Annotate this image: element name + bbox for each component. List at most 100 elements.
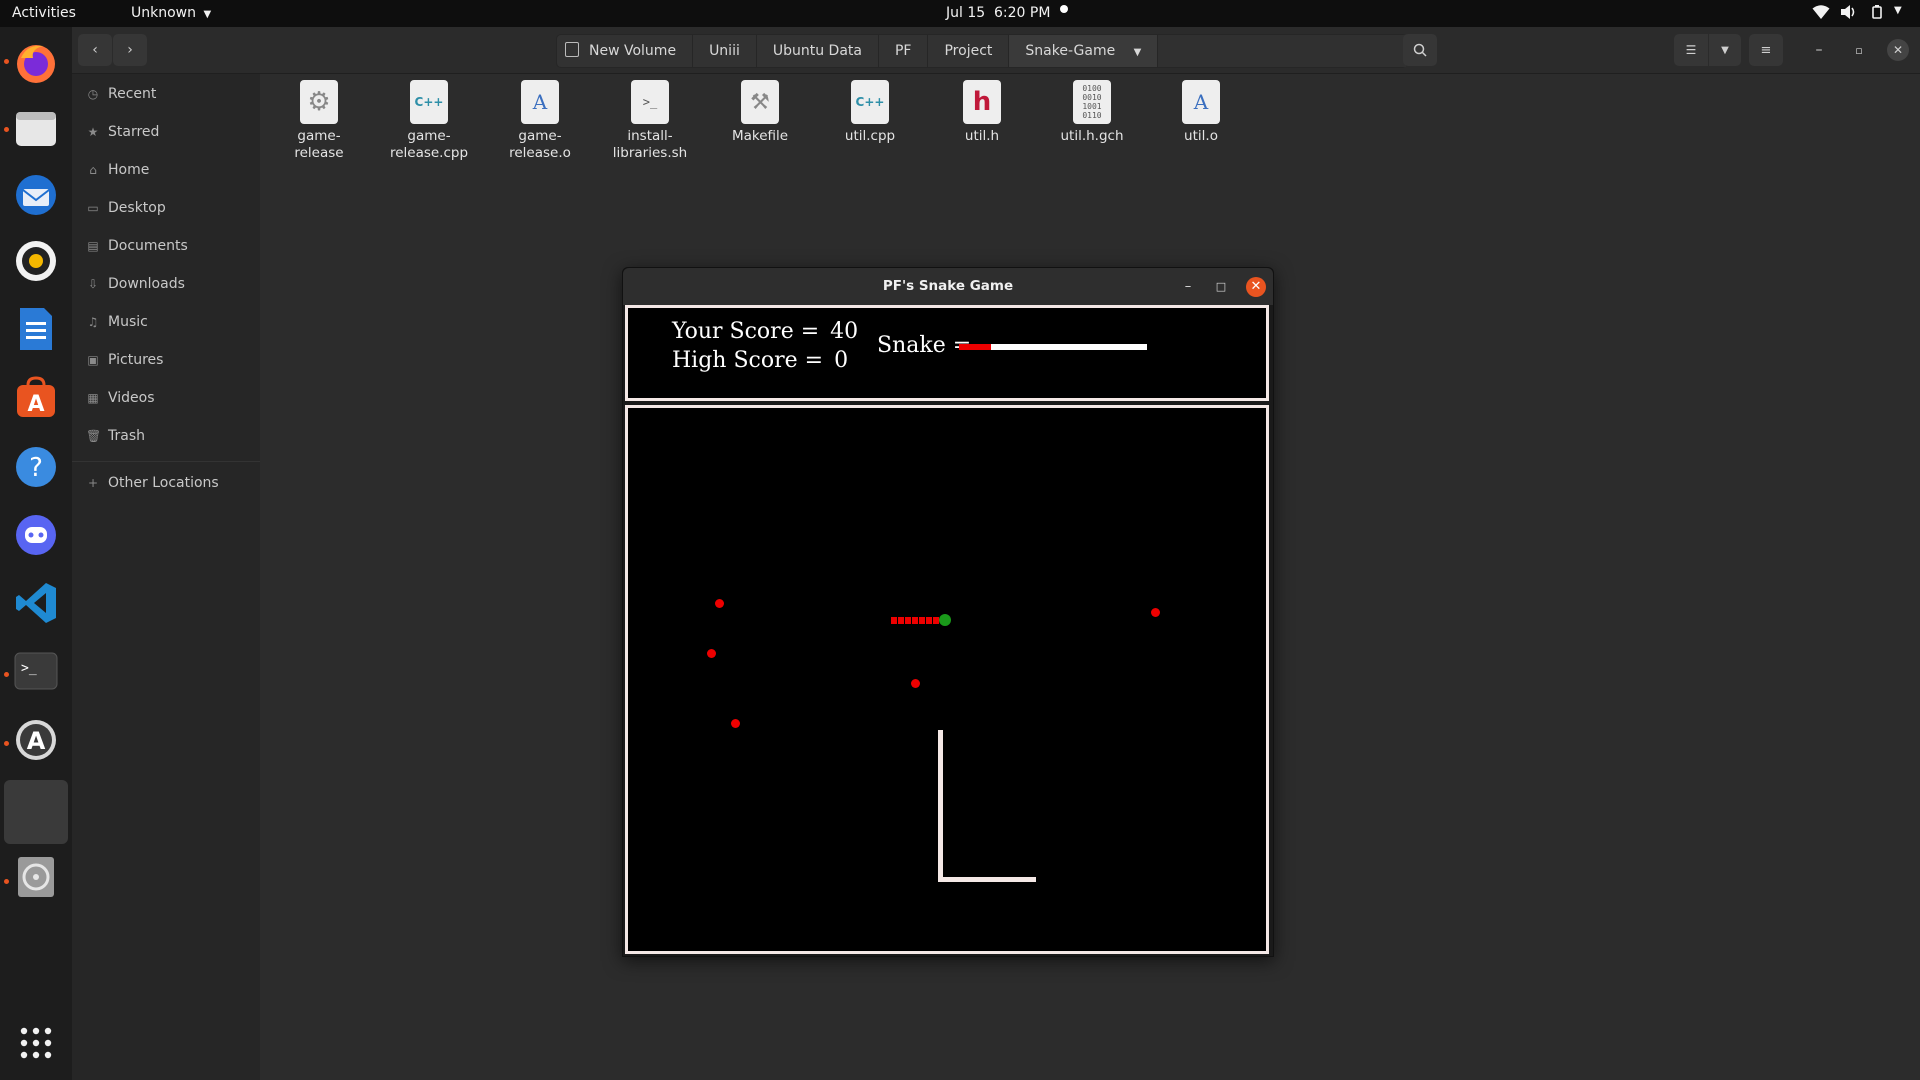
- sidebar-item-other-locations[interactable]: + Other Locations: [86, 469, 219, 497]
- crumb-label: New Volume: [589, 43, 677, 59]
- show-apps-icon[interactable]: [10, 1017, 62, 1069]
- file-item[interactable]: h util.h: [932, 80, 1032, 145]
- path-bar: New Volume Uniii Ubuntu Data PF Project …: [556, 34, 1408, 68]
- disk-icon[interactable]: [10, 851, 62, 903]
- minimize-icon: –: [1184, 279, 1192, 294]
- search-icon: [1413, 43, 1427, 57]
- object-file-icon: A: [521, 80, 559, 124]
- volume-icon[interactable]: [1840, 4, 1858, 24]
- crumb-snake-game[interactable]: Snake-Game ▼: [1009, 35, 1159, 67]
- rhythmbox-icon[interactable]: [10, 235, 62, 287]
- app-menu[interactable]: Unknown ▼: [131, 5, 211, 21]
- system-menu-chevron-icon[interactable]: ▼: [1894, 5, 1902, 16]
- maximize-button[interactable]: ▫: [1847, 34, 1871, 66]
- activities-button[interactable]: Activities: [12, 5, 76, 21]
- crumb-new-volume[interactable]: New Volume: [557, 35, 694, 67]
- sidebar-item-label: Starred: [108, 124, 160, 140]
- sidebar-item-recent[interactable]: ◷ Recent: [86, 80, 157, 108]
- file-item[interactable]: A game- release.o: [490, 80, 590, 162]
- app-center-icon[interactable]: A: [10, 372, 62, 424]
- terminal-icon[interactable]: >_: [10, 645, 62, 697]
- main-menu-button[interactable]: ≡: [1749, 34, 1783, 66]
- sidebar-item-music[interactable]: ♫ Music: [86, 308, 148, 336]
- game-maximize-button[interactable]: □: [1212, 278, 1230, 296]
- sidebar-item-downloads[interactable]: ⇩ Downloads: [86, 270, 185, 298]
- file-item[interactable]: A util.o: [1151, 80, 1251, 145]
- sidebar-item-trash[interactable]: 🗑︎ Trash: [86, 422, 145, 450]
- score-line: Your Score = 40: [672, 319, 858, 344]
- file-name: util.cpp: [844, 128, 896, 144]
- files-icon[interactable]: [10, 102, 62, 154]
- snake-segment: [926, 617, 932, 624]
- clock-date[interactable]: Jul 15: [946, 5, 985, 21]
- sidebar-item-starred[interactable]: ★ Starred: [86, 118, 160, 146]
- makefile-icon: ⚒: [741, 80, 779, 124]
- file-item[interactable]: C++ util.cpp: [820, 80, 920, 145]
- snake-length-label: Snake =: [877, 333, 972, 358]
- file-name: install- libraries.sh: [612, 128, 688, 161]
- food-dot: [731, 719, 740, 728]
- snake-segment: [912, 617, 918, 624]
- view-list-button[interactable]: ☰: [1674, 34, 1708, 66]
- vscode-icon[interactable]: [10, 577, 62, 629]
- game-minimize-button[interactable]: –: [1179, 278, 1197, 296]
- file-item[interactable]: 0100 0010 1001 0110 util.h.gch: [1042, 80, 1142, 145]
- file-item[interactable]: C++ game- release.cpp: [379, 80, 479, 162]
- file-item[interactable]: ⚒ Makefile: [710, 80, 810, 145]
- file-item[interactable]: ⚙ game- release: [269, 80, 369, 162]
- sidebar-item-home[interactable]: ⌂ Home: [86, 156, 149, 184]
- minimize-icon: –: [1815, 42, 1823, 58]
- top-bar: Activities Unknown ▼ Jul 15 6:20 PM ▼: [0, 0, 1920, 27]
- svg-text:A: A: [27, 727, 46, 755]
- sidebar-item-videos[interactable]: ▦ Videos: [86, 384, 154, 412]
- power-icon[interactable]: [1868, 4, 1886, 24]
- trash-icon: 🗑︎: [86, 429, 102, 443]
- script-file-icon: >_: [631, 80, 669, 124]
- crumb-project[interactable]: Project: [928, 35, 1010, 67]
- crumb-uniii[interactable]: Uniii: [693, 35, 757, 67]
- close-button[interactable]: ✕: [1887, 39, 1909, 61]
- discord-icon[interactable]: [10, 509, 62, 561]
- file-name: game- release.o: [509, 128, 571, 161]
- sidebar-item-label: Recent: [108, 86, 157, 102]
- document-icon: ▤: [87, 239, 99, 253]
- sidebar-item-label: Desktop: [108, 200, 166, 216]
- executable-icon: ⚙: [300, 80, 338, 124]
- file-name: Makefile: [731, 128, 789, 144]
- firefox-icon[interactable]: [10, 37, 62, 89]
- clock-time[interactable]: 6:20 PM: [994, 5, 1050, 21]
- file-item[interactable]: >_ install- libraries.sh: [600, 80, 700, 162]
- snake-segment: [891, 617, 897, 624]
- wifi-icon[interactable]: [1812, 4, 1830, 24]
- score-panel: Your Score = 40 High Score = 0 Snake =: [625, 305, 1269, 401]
- snake-head: [939, 614, 951, 626]
- search-button[interactable]: [1403, 34, 1437, 66]
- chevron-left-icon: ‹: [92, 42, 98, 58]
- view-options-button[interactable]: ▼: [1709, 34, 1741, 66]
- sidebar-item-pictures[interactable]: ▣ Pictures: [86, 346, 163, 374]
- crumb-ubuntu-data[interactable]: Ubuntu Data: [757, 35, 879, 67]
- food-dot: [715, 599, 724, 608]
- crumb-pf[interactable]: PF: [879, 35, 929, 67]
- picture-icon: ▣: [87, 353, 99, 367]
- minimize-button[interactable]: –: [1807, 34, 1831, 66]
- star-icon: ★: [87, 125, 99, 139]
- chevron-right-icon: ›: [127, 42, 133, 58]
- notification-dot-icon: [1060, 5, 1068, 13]
- music-icon: ♫: [87, 315, 99, 329]
- game-board: [625, 405, 1269, 954]
- clock-icon: ◷: [87, 87, 99, 101]
- writer-icon[interactable]: [10, 303, 62, 355]
- game-window-titlebar[interactable]: PF's Snake Game: [623, 268, 1273, 305]
- back-button[interactable]: ‹: [78, 34, 112, 66]
- list-view-icon: ☰: [1685, 43, 1697, 57]
- software-updater-icon[interactable]: A: [10, 714, 62, 766]
- help-icon[interactable]: ?: [10, 441, 62, 493]
- food-dot: [707, 649, 716, 658]
- thunderbird-icon[interactable]: [10, 169, 62, 221]
- forward-button[interactable]: ›: [113, 34, 147, 66]
- sidebar-item-desktop[interactable]: ▭ Desktop: [86, 194, 166, 222]
- game-close-button[interactable]: ✕: [1246, 277, 1266, 297]
- active-window-icon[interactable]: [4, 780, 68, 844]
- sidebar-item-documents[interactable]: ▤ Documents: [86, 232, 188, 260]
